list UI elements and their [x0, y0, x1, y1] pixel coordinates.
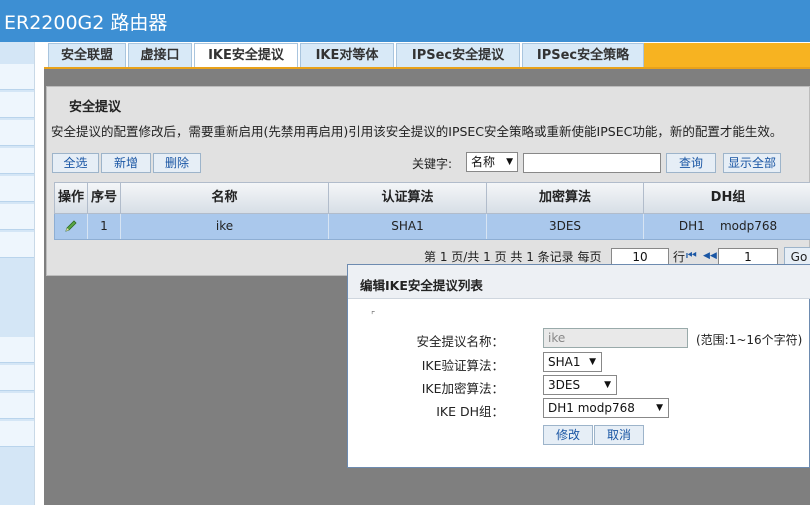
keyword-field-select[interactable]: 名称 ▼ [466, 152, 518, 172]
table-header: 操作 序号 名称 认证算法 加密算法 DH组 [54, 182, 810, 214]
sidebar-item[interactable] [0, 365, 34, 391]
sidebar-item[interactable] [0, 421, 34, 447]
app-title: ER2200G2 路由器 [4, 12, 168, 34]
sidebar [0, 42, 34, 505]
keyword-input[interactable] [523, 153, 661, 173]
first-page-icon[interactable]: ⏮ [686, 248, 697, 263]
enc-select[interactable]: 3DES ▼ [543, 375, 617, 395]
name-input-value: ike [548, 331, 566, 345]
pager-row-label: 行 [673, 250, 686, 264]
add-button[interactable]: 新增 [101, 153, 151, 173]
sidebar-item[interactable] [0, 176, 34, 202]
tab-ike-peer[interactable]: IKE对等体 [300, 43, 394, 68]
dialog-header: 编辑IKE安全提议列表 [348, 265, 810, 299]
prev-page-icon[interactable]: ◀◀ [703, 251, 717, 261]
sidebar-divider [34, 42, 44, 505]
sidebar-item[interactable] [0, 337, 34, 363]
notice-text: 安全提议的配置修改后，需要重新启用(先禁用再启用)引用该安全提议的IPSEC安全… [51, 124, 783, 139]
row-name: ike [121, 214, 329, 239]
name-range-hint: (范围:1~16个字符) [696, 333, 803, 347]
sidebar-item[interactable] [0, 92, 34, 118]
row-actions [55, 214, 88, 239]
page-number-value: 1 [744, 250, 752, 264]
tab-security-association[interactable]: 安全联盟 [48, 43, 126, 68]
dh-select[interactable]: DH1 modp768 ▼ [543, 398, 669, 418]
tab-ipsec-policy[interactable]: IPSec安全策略 [522, 43, 644, 68]
tab-ike-proposal[interactable]: IKE安全提议 [194, 43, 298, 68]
sidebar-item[interactable] [0, 204, 34, 230]
auth-select-value: SHA1 [548, 355, 581, 369]
cancel-button[interactable]: 取消 [594, 425, 644, 445]
column-header: 操作 [55, 183, 88, 213]
column-header: 认证算法 [329, 183, 487, 213]
tab-virtual-interface[interactable]: 虚接口 [128, 43, 192, 68]
row-enc: 3DES [487, 214, 644, 239]
select-all-button[interactable]: 全选 [52, 153, 99, 173]
keyword-field-value: 名称 [471, 155, 496, 169]
auth-select[interactable]: SHA1 ▼ [543, 352, 602, 372]
keyword-label: 关键字: [412, 157, 453, 171]
dialog-title: 编辑IKE安全提议列表 [360, 278, 483, 293]
show-all-button[interactable]: 显示全部 [723, 153, 781, 173]
tab-bar-fill [644, 43, 810, 68]
sidebar-item[interactable] [0, 232, 34, 258]
tab-ipsec-proposal[interactable]: IPSec安全提议 [396, 43, 520, 68]
tab-bar: 安全联盟 虚接口 IKE安全提议 IKE对等体 IPSec安全提议 IPSec安… [44, 42, 810, 68]
delete-button[interactable]: 删除 [153, 153, 201, 173]
column-header: 名称 [121, 183, 329, 213]
column-header: 序号 [88, 183, 121, 213]
sidebar-item[interactable] [0, 393, 34, 419]
auth-label: IKE验证算法： [421, 358, 504, 373]
chevron-down-icon: ▼ [604, 380, 611, 390]
name-label: 安全提议名称： [416, 334, 504, 349]
row-auth: SHA1 [329, 214, 487, 239]
pencil-icon[interactable] [64, 219, 78, 233]
modify-button[interactable]: 修改 [543, 425, 593, 445]
section-title: 安全提议 [69, 100, 122, 115]
column-header: DH组 [710, 190, 746, 205]
name-input[interactable]: ike [543, 328, 688, 348]
app-header: ER2200G2 路由器 [0, 0, 810, 42]
row-dh: DH1 modp768 [678, 219, 778, 233]
dh-select-value: DH1 modp768 [548, 401, 635, 415]
pager-summary: 第 1 页/共 1 页 共 1 条记录 每页 [424, 250, 602, 264]
chevron-down-icon: ▼ [506, 157, 513, 167]
chevron-down-icon: ▼ [656, 403, 663, 413]
edit-dialog: 编辑IKE安全提议列表 ⌜ 安全提议名称： ike (范围:1~16个字符) I… [347, 264, 810, 468]
dh-label: IKE DH组： [436, 404, 504, 419]
row-index: 1 [88, 214, 121, 239]
resize-mark-icon: ⌜ [371, 311, 376, 321]
chevron-down-icon: ▼ [589, 357, 596, 367]
enc-select-value: 3DES [548, 378, 581, 392]
table-row[interactable]: 1 ike SHA1 3DES DH1 modp768 [54, 214, 810, 240]
search-button[interactable]: 查询 [666, 153, 716, 173]
tab-underline [44, 67, 810, 69]
sidebar-item[interactable] [0, 64, 34, 90]
enc-label: IKE加密算法： [421, 381, 504, 396]
per-page-value: 10 [632, 250, 648, 264]
column-header: 加密算法 [487, 183, 644, 213]
sidebar-item[interactable] [0, 148, 34, 174]
sidebar-item[interactable] [0, 120, 34, 146]
